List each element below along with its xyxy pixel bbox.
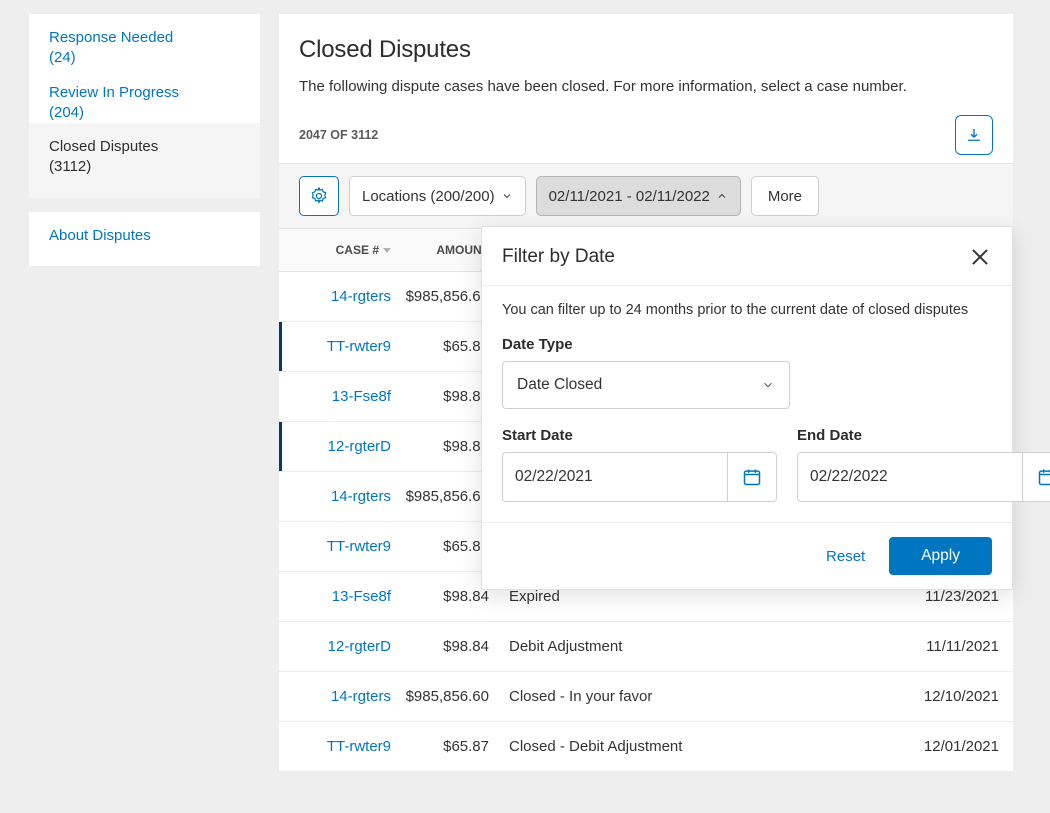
reset-button[interactable]: Reset bbox=[826, 548, 865, 565]
cell-case: 13-Fse8f bbox=[279, 388, 391, 405]
case-link[interactable]: 13-Fse8f bbox=[332, 388, 391, 405]
cell-case: TT-rwter9 bbox=[279, 338, 391, 355]
calendar-icon bbox=[742, 467, 762, 487]
filter-more[interactable]: More bbox=[751, 176, 819, 216]
date-fields: Start Date End Date bbox=[502, 427, 992, 502]
cell-case: TT-rwter9 bbox=[279, 538, 391, 555]
modal-footer: Reset Apply bbox=[482, 522, 1012, 589]
cell-amount: $985,856.60 bbox=[391, 688, 509, 705]
start-date-label: Start Date bbox=[502, 427, 777, 444]
gear-icon bbox=[309, 186, 329, 206]
calendar-icon bbox=[1037, 467, 1050, 487]
filter-locations[interactable]: Locations (200/200) bbox=[349, 176, 526, 216]
case-link[interactable]: 14-rgters bbox=[331, 688, 391, 705]
close-button[interactable] bbox=[968, 245, 992, 269]
main-header: Closed Disputes The following dispute ca… bbox=[279, 14, 1013, 95]
page-title: Closed Disputes bbox=[299, 36, 993, 64]
table-row: 12-rgterD$98.84Debit Adjustment11/11/202… bbox=[279, 622, 1013, 672]
case-link[interactable]: 12-rgterD bbox=[328, 638, 391, 655]
sort-desc-icon bbox=[383, 248, 391, 253]
cell-date: 11/11/2021 bbox=[899, 638, 999, 655]
results-counter: 2047 OF 3112 bbox=[299, 128, 378, 142]
filter-toolbar: Locations (200/200) 02/11/2021 - 02/11/2… bbox=[279, 163, 1013, 229]
sidebar-item-review-in-progress[interactable]: Review In Progress (204) bbox=[29, 69, 260, 124]
sidebar: Response Needed (24) Review In Progress … bbox=[29, 14, 260, 280]
chevron-up-icon bbox=[716, 190, 728, 202]
sidebar-item-response-needed[interactable]: Response Needed (24) bbox=[29, 14, 260, 69]
filter-date-label: 02/11/2021 - 02/11/2022 bbox=[549, 188, 710, 205]
settings-button[interactable] bbox=[299, 176, 339, 216]
table-row: TT-rwter9$65.87Closed - Debit Adjustment… bbox=[279, 722, 1013, 772]
filter-by-date-popover: Filter by Date You can filter up to 24 m… bbox=[481, 226, 1013, 590]
sidebar-about-block: About Disputes bbox=[29, 212, 260, 266]
end-date-field: End Date bbox=[797, 427, 1050, 502]
sidebar-item-about-disputes[interactable]: About Disputes bbox=[29, 212, 260, 266]
page-subtitle: The following dispute cases have been cl… bbox=[299, 78, 993, 95]
sidebar-label: Review In Progress bbox=[49, 84, 179, 101]
start-date-input[interactable] bbox=[502, 452, 727, 502]
case-link[interactable]: 12-rgterD bbox=[328, 438, 391, 455]
filter-date[interactable]: 02/11/2021 - 02/11/2022 bbox=[536, 176, 741, 216]
sidebar-label: Response Needed bbox=[49, 29, 173, 46]
col-header-case-label: CASE # bbox=[336, 243, 379, 257]
col-header-case[interactable]: CASE # bbox=[279, 243, 391, 257]
cell-case: 14-rgters bbox=[279, 288, 391, 305]
cell-status: Closed - In your favor bbox=[509, 688, 899, 705]
cell-case: 12-rgterD bbox=[279, 438, 391, 455]
cell-date: 11/23/2021 bbox=[899, 588, 999, 605]
filter-locations-label: Locations (200/200) bbox=[362, 188, 495, 205]
case-link[interactable]: TT-rwter9 bbox=[327, 738, 391, 755]
date-type-select[interactable]: Date Closed bbox=[502, 361, 790, 409]
start-date-picker-button[interactable] bbox=[727, 452, 777, 502]
cell-status: Closed - Debit Adjustment bbox=[509, 738, 899, 755]
date-type-value: Date Closed bbox=[517, 376, 602, 394]
cell-amount: $65.87 bbox=[391, 738, 509, 755]
start-date-field: Start Date bbox=[502, 427, 777, 502]
download-button[interactable] bbox=[955, 115, 993, 155]
case-link[interactable]: TT-rwter9 bbox=[327, 338, 391, 355]
cell-date: 12/10/2021 bbox=[899, 688, 999, 705]
sidebar-item-closed-disputes[interactable]: Closed Disputes (3112) bbox=[29, 123, 260, 198]
cell-case: TT-rwter9 bbox=[279, 738, 391, 755]
sidebar-label: About Disputes bbox=[49, 227, 151, 244]
modal-description: You can filter up to 24 months prior to … bbox=[502, 302, 992, 318]
end-date-label: End Date bbox=[797, 427, 1050, 444]
chevron-down-icon bbox=[761, 378, 775, 392]
sidebar-count: (204) bbox=[49, 103, 240, 123]
modal-title: Filter by Date bbox=[502, 246, 615, 268]
sidebar-count: (24) bbox=[49, 48, 240, 68]
sidebar-label: Closed Disputes bbox=[49, 138, 158, 155]
end-date-picker-button[interactable] bbox=[1022, 452, 1050, 502]
cell-case: 12-rgterD bbox=[279, 638, 391, 655]
chevron-down-icon bbox=[501, 190, 513, 202]
cell-date: 12/01/2021 bbox=[899, 738, 999, 755]
cell-case: 13-Fse8f bbox=[279, 588, 391, 605]
case-link[interactable]: 13-Fse8f bbox=[332, 588, 391, 605]
date-type-label: Date Type bbox=[502, 336, 992, 353]
sidebar-nav-block: Response Needed (24) Review In Progress … bbox=[29, 14, 260, 198]
filter-more-label: More bbox=[768, 188, 802, 205]
cell-status: Expired bbox=[509, 588, 899, 605]
counter-row: 2047 OF 3112 bbox=[279, 109, 1013, 163]
apply-button[interactable]: Apply bbox=[889, 537, 992, 575]
cell-case: 14-rgters bbox=[279, 688, 391, 705]
cell-status: Debit Adjustment bbox=[509, 638, 899, 655]
cell-case: 14-rgters bbox=[279, 488, 391, 505]
modal-header: Filter by Date bbox=[482, 227, 1012, 286]
end-date-input[interactable] bbox=[797, 452, 1022, 502]
case-link[interactable]: 14-rgters bbox=[331, 488, 391, 505]
cell-amount: $98.84 bbox=[391, 638, 509, 655]
case-link[interactable]: 14-rgters bbox=[331, 288, 391, 305]
sidebar-count: (3112) bbox=[49, 157, 240, 177]
download-icon bbox=[965, 126, 983, 144]
cell-amount: $98.84 bbox=[391, 588, 509, 605]
case-link[interactable]: TT-rwter9 bbox=[327, 538, 391, 555]
table-row: 14-rgters$985,856.60Closed - In your fav… bbox=[279, 672, 1013, 722]
modal-body: You can filter up to 24 months prior to … bbox=[482, 286, 1012, 522]
